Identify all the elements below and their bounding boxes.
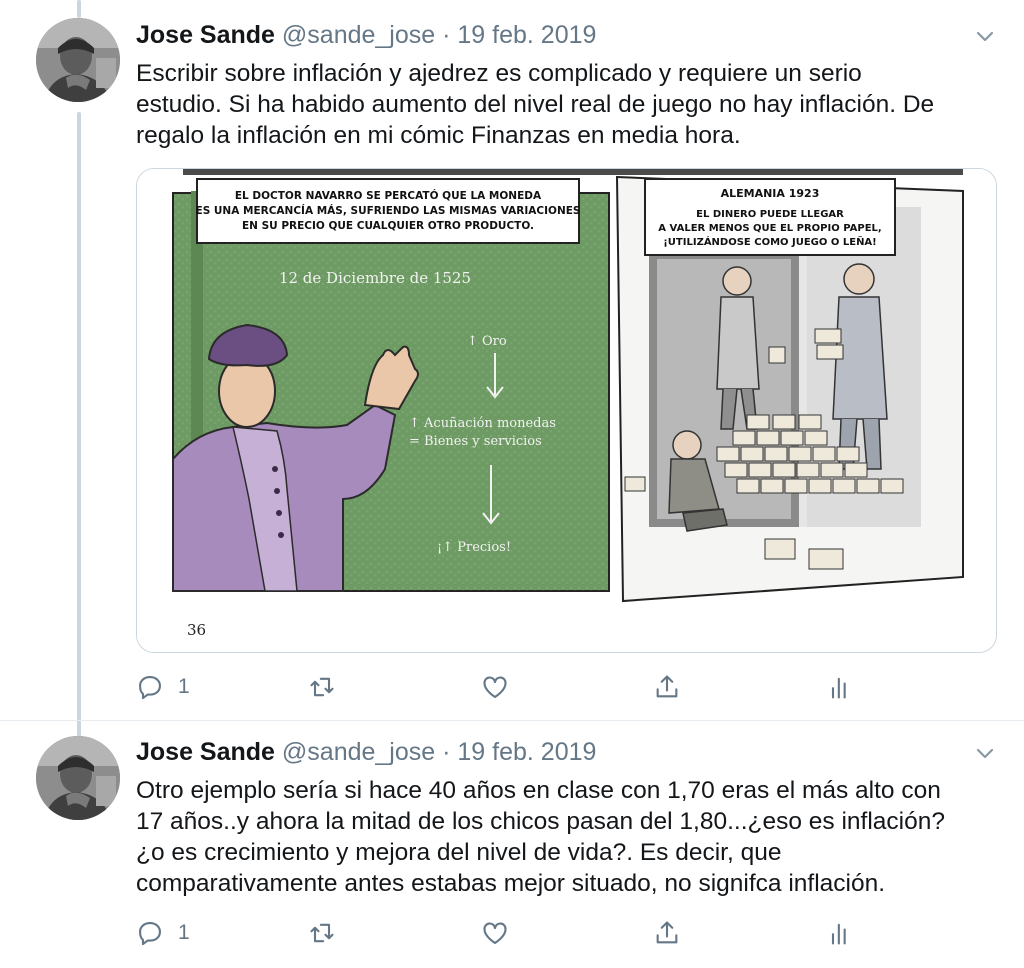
retweet-icon	[310, 923, 334, 943]
reply-count: 1	[178, 921, 190, 944]
share-button[interactable]	[653, 670, 681, 704]
chalkboard-date: 12 de Diciembre de 1525	[279, 269, 471, 287]
heart-icon	[483, 676, 507, 698]
separator-dot: ·	[442, 738, 451, 766]
heart-icon	[483, 922, 507, 944]
comic-panel-right: ALEMANIA 1923 EL DINERO PUEDE LLEGAR A V…	[615, 175, 964, 603]
tweet-text-line: regalo la inflación en mi cómic Finanzas…	[136, 122, 741, 149]
comic-panel-left: EL DOCTOR NAVARRO SE PERCATÓ QUE LA MONE…	[172, 178, 610, 639]
page-number: 36	[187, 621, 206, 639]
analytics-icon	[831, 923, 846, 945]
reply-icon	[139, 676, 161, 700]
retweet-button[interactable]	[308, 670, 350, 704]
retweet-button[interactable]	[308, 916, 350, 950]
share-icon	[656, 675, 678, 698]
tweet[interactable]: Jose Sande @sande_jose · 19 feb. 2019 Es…	[0, 0, 1024, 730]
tweet-date[interactable]: 19 feb. 2019	[457, 21, 596, 49]
panel-right-caption-line: EL DINERO PUEDE LLEGAR	[696, 209, 844, 220]
panel-right-caption-line: ¡UTILIZÁNDOSE COMO JUEGO O LEÑA!	[663, 235, 876, 248]
tweet-header: Jose Sande @sande_jose · 19 feb. 2019	[136, 19, 596, 51]
avatar-photo	[36, 18, 120, 102]
reply-count: 1	[178, 675, 190, 698]
panel-right-caption-line: A VALER MENOS QUE EL PROPIO PAPEL,	[658, 223, 881, 234]
analytics-icon	[831, 677, 846, 699]
tweet-media-image[interactable]: EL DOCTOR NAVARRO SE PERCATÓ QUE LA MONE…	[136, 168, 997, 653]
analytics-button[interactable]	[826, 916, 854, 950]
analytics-button[interactable]	[826, 670, 854, 704]
retweet-icon	[310, 677, 334, 697]
tweet-text-line: 17 años..y ahora la mitad de los chicos …	[136, 808, 945, 835]
like-button[interactable]	[481, 670, 523, 704]
comic-page: EL DOCTOR NAVARRO SE PERCATÓ QUE LA MONE…	[137, 169, 996, 652]
tweet-actions: 1	[136, 916, 856, 950]
author-name[interactable]: Jose Sande	[136, 21, 275, 49]
reply-icon	[139, 922, 161, 946]
tweet-text: Otro ejemplo sería si hace 40 años en cl…	[136, 775, 996, 899]
reply-button[interactable]: 1	[136, 916, 190, 950]
tweet-date[interactable]: 19 feb. 2019	[457, 738, 596, 766]
tweet-text-line: estudio. Si ha habido aumento del nivel …	[136, 91, 935, 118]
tweet-text: Escribir sobre inflación y ajedrez es co…	[136, 58, 996, 151]
chalkboard-note: ↑ Acuñación monedas	[409, 416, 556, 431]
tweet-text-line: ¿o es crecimiento y mejora del nivel de …	[136, 839, 782, 866]
author-handle[interactable]: @sande_jose	[282, 21, 435, 49]
tweet-actions: 1	[136, 670, 856, 704]
chalkboard-note: ↑ Oro	[467, 334, 507, 349]
tweet-header: Jose Sande @sande_jose · 19 feb. 2019	[136, 736, 596, 768]
chevron-down-icon[interactable]	[974, 25, 996, 47]
tweet[interactable]: Jose Sande @sande_jose · 19 feb. 2019 Ot…	[0, 720, 1024, 968]
share-button[interactable]	[653, 916, 681, 950]
share-icon	[656, 921, 678, 944]
panel-right-title: ALEMANIA 1923	[721, 187, 820, 200]
avatar-photo	[36, 736, 120, 820]
reply-button[interactable]: 1	[136, 670, 190, 704]
author-name[interactable]: Jose Sande	[136, 738, 275, 766]
tweet-text-line: comparativamente antes estabas mejor sit…	[136, 870, 886, 897]
tweet-text-line: Otro ejemplo sería si hace 40 años en cl…	[136, 777, 941, 804]
chalkboard-note: = Bienes y servicios	[409, 434, 542, 449]
tweet-text-line: Escribir sobre inflación y ajedrez es co…	[136, 60, 862, 87]
panel-left-caption-line: EL DOCTOR NAVARRO SE PERCATÓ QUE LA MONE…	[235, 189, 542, 202]
avatar[interactable]	[36, 736, 120, 820]
chalkboard-note: ¡↑ Precios!	[437, 540, 511, 555]
avatar[interactable]	[36, 18, 120, 102]
author-handle[interactable]: @sande_jose	[282, 738, 435, 766]
chevron-down-icon[interactable]	[974, 742, 996, 764]
like-button[interactable]	[481, 916, 523, 950]
separator-dot: ·	[442, 21, 451, 49]
panel-left-caption-line: EN SU PRECIO QUE CUALQUIER OTRO PRODUCTO…	[242, 220, 534, 232]
panel-left-caption-line: ES UNA MERCANCÍA MÁS, SUFRIENDO LAS MISM…	[196, 204, 581, 217]
